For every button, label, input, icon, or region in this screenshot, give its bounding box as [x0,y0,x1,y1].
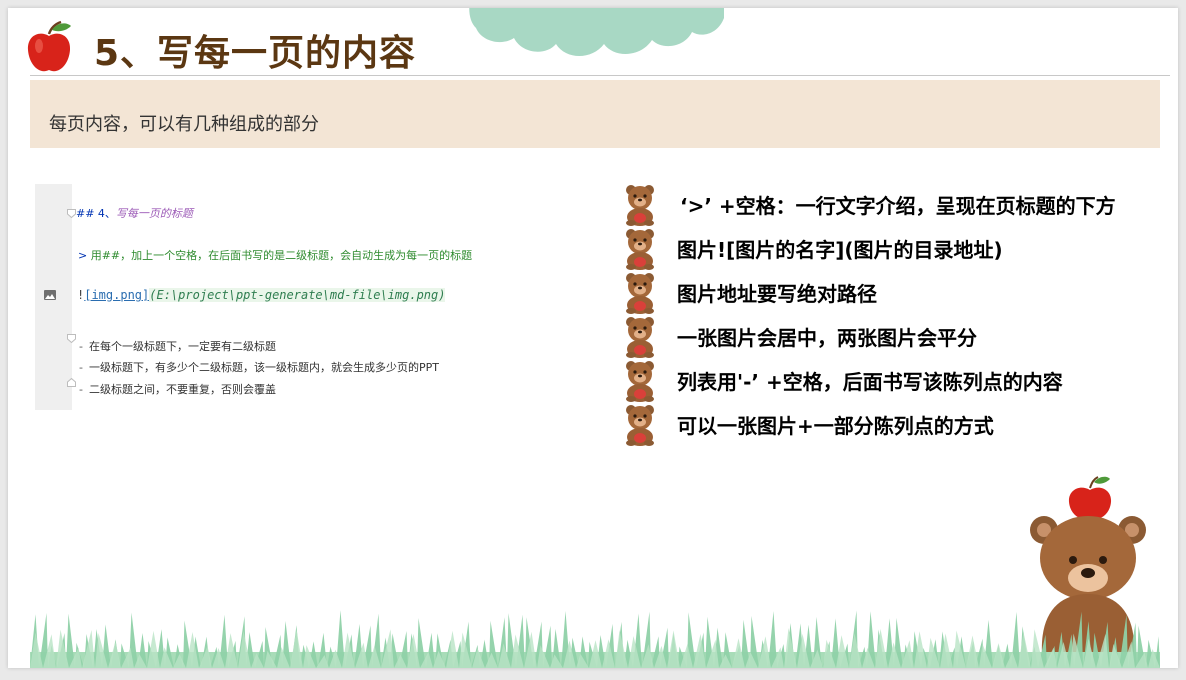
bear-icon [622,228,658,270]
cloud-decoration [469,8,724,56]
subtitle-band: 每页内容，可以有几种组成的部分 [30,80,1160,148]
fold-marker-icon [67,378,76,387]
image-path: (E:\project\ppt-generate\md-file\img.png… [149,288,446,302]
bullet-text: 图片![图片的名字](图片的目录地址) [677,238,1003,262]
grass-decoration [30,610,1160,668]
list-item-text: 二级标题之间，不要重复，否则会覆盖 [88,383,276,396]
bullet-text: 可以一张图片+一部分陈列点的方式 [677,414,994,438]
code-quote-line: > 用##，加上一个空格，在后面书写的是二级标题，会自动生成为每一页的标题 [78,247,472,263]
code-image-line: ![img.png](E:\project\ppt-generate\md-fi… [77,288,446,302]
title-divider [30,75,1170,76]
bullet-text: 图片地址要写绝对路径 [677,282,877,306]
code-list-item: - 一级标题下，有多少个二级标题，该一级标题内，就会生成多少页的PPT [79,359,439,375]
bear-icon [622,404,658,446]
fold-marker-icon [67,209,76,218]
bear-icon [622,272,658,314]
bullet-text: 一张图片会居中，两张图片会平分 [677,326,977,350]
bear-icon [622,184,658,226]
code-heading-line: ## 4、写每一页的标题 [76,205,193,221]
subtitle-text: 每页内容，可以有几种组成的部分 [49,114,319,135]
list-item-text: 一级标题下，有多少个二级标题，该一级标题内，就会生成多少页的PPT [88,361,439,374]
quote-marker: > [78,249,88,262]
markdown-editor-screenshot: ## 4、写每一页的标题 > 用##，加上一个空格，在后面书写的是二级标题，会自… [35,184,595,410]
list-marker: - [79,361,83,374]
bullet-text: ‘>’ +空格：一行文字介绍，呈现在页标题的下方 [680,194,1116,218]
list-marker: - [79,383,83,396]
bear-icon [622,316,658,358]
fold-marker-icon [67,334,76,343]
quote-text: 用##，加上一个空格，在后面书写的是二级标题，会自动生成为每一页的标题 [90,249,473,262]
apple-icon [27,20,71,72]
list-marker: - [79,340,83,353]
slide: 5、写每一页的内容 每页内容，可以有几种组成的部分 ## 4、写每一页的标题 >… [8,8,1178,668]
bullet-text: 列表用'-’ +空格，后面书写该陈列点的内容 [677,370,1063,394]
code-list-item: - 二级标题之间，不要重复，否则会覆盖 [79,381,276,397]
heading-prefix: ## 4、 [76,207,116,220]
heading-text: 写每一页的标题 [115,207,193,220]
list-item-text: 在每个一级标题下，一定要有二级标题 [88,340,276,353]
code-list-item: - 在每个一级标题下，一定要有二级标题 [79,338,276,354]
page-title: 5、写每一页的内容 [94,33,417,74]
image-icon [44,290,56,300]
bear-icon [622,360,658,402]
image-link-text: [img.png] [84,288,150,302]
